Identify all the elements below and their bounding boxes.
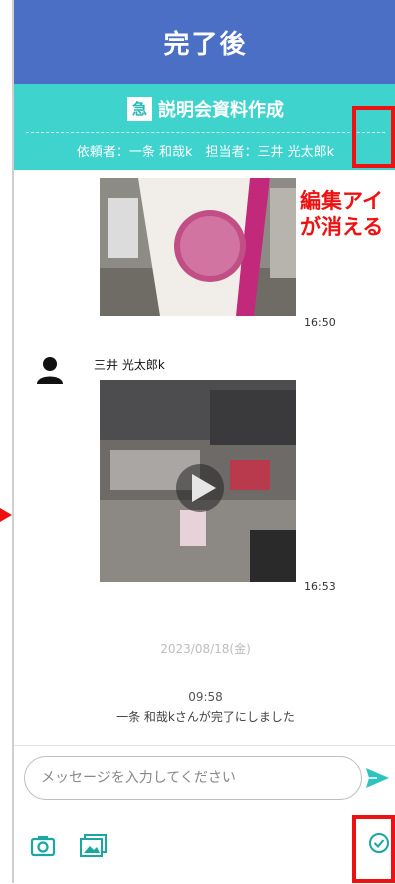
message-composer bbox=[14, 745, 395, 884]
annotation-box-complete-button bbox=[352, 815, 395, 883]
annotation-text: 編集アイ が消える bbox=[300, 188, 383, 240]
image-icon[interactable] bbox=[80, 834, 108, 860]
annotation-line-2: が消える bbox=[300, 215, 384, 239]
message-time: 16:53 bbox=[304, 580, 336, 593]
sender-name: 三井 光太郎k bbox=[94, 358, 165, 372]
video-thumbnail bbox=[100, 380, 296, 582]
chat-message-list[interactable]: 16:50 三井 光太郎k 16:53 2023/08/18(金) 09:58 … bbox=[14, 170, 395, 745]
date-separator: 2023/08/18(金) bbox=[160, 642, 251, 656]
message-input[interactable] bbox=[24, 756, 362, 800]
task-divider bbox=[26, 132, 385, 133]
phone-screen: 完了後 急 説明会資料作成 依頼者：一条 和哉k 担当者：三井 光太郎k 16:… bbox=[12, 0, 395, 884]
screen-title: 完了後 bbox=[163, 29, 248, 60]
task-title-row: 急 説明会資料作成 bbox=[14, 96, 395, 122]
task-title: 説明会資料作成 bbox=[158, 100, 284, 121]
video-message[interactable] bbox=[100, 380, 296, 582]
person-icon bbox=[36, 356, 64, 386]
system-message-time: 09:58 bbox=[188, 690, 223, 704]
photo-image bbox=[100, 178, 296, 316]
camera-icon[interactable] bbox=[30, 834, 58, 860]
annotation-box-edit-icon bbox=[352, 106, 395, 168]
task-header: 急 説明会資料作成 依頼者：一条 和哉k 担当者：三井 光太郎k bbox=[14, 84, 395, 170]
annotation-line-1: 編集アイ bbox=[300, 189, 383, 213]
screen-title-bar: 完了後 bbox=[14, 0, 395, 84]
annotation-arrow bbox=[0, 508, 12, 522]
send-icon[interactable] bbox=[363, 764, 391, 792]
task-meta: 依頼者：一条 和哉k 担当者：三井 光太郎k bbox=[76, 145, 335, 160]
photo-message[interactable] bbox=[100, 178, 296, 316]
system-message: 一条 和哉kさんが完了にしました bbox=[116, 710, 295, 724]
message-time: 16:50 bbox=[304, 316, 336, 329]
urgent-badge: 急 bbox=[126, 97, 152, 121]
